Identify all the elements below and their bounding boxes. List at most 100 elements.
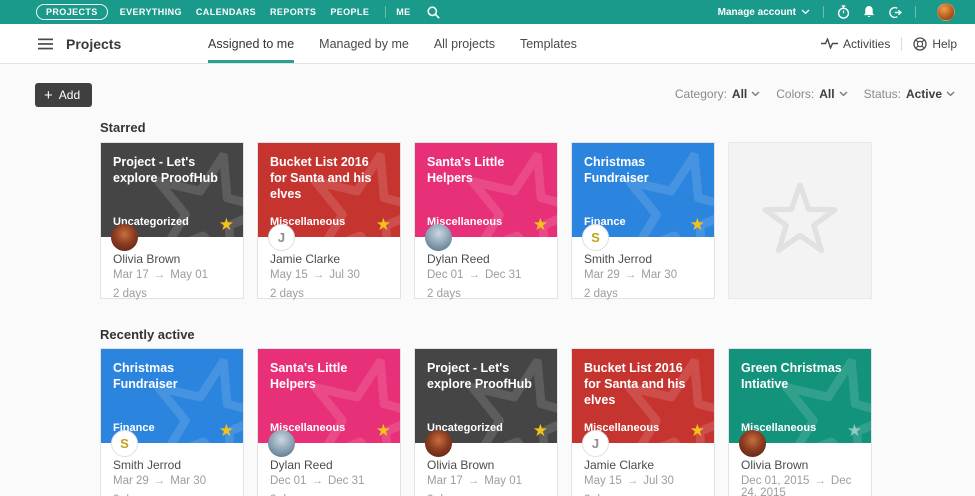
duration: 2 days	[584, 288, 618, 300]
card-title: Santa's Little Helpers	[270, 361, 348, 391]
tab-templates[interactable]: Templates	[520, 24, 577, 63]
owner-avatar	[739, 430, 766, 457]
card-row: Project - Let's explore ProofHub Uncateg…	[100, 142, 975, 300]
card-color-header: Christmas Fundraiser Finance ★	[101, 349, 243, 443]
card-title: Christmas Fundraiser	[584, 155, 649, 185]
card-color-header: Christmas Fundraiser Finance ★	[572, 143, 714, 237]
favorite-star-icon[interactable]: ★	[690, 422, 705, 439]
owner-name: Olivia Brown	[427, 458, 495, 472]
hamburger-menu-icon[interactable]	[38, 38, 53, 50]
date-range: Dec 01, 2015 → Dec 24, 2015	[741, 475, 852, 496]
favorite-star-icon[interactable]: ★	[690, 216, 705, 233]
owner-name: Olivia Brown	[113, 252, 181, 266]
section-starred: Starred Project - Let's explore ProofHub…	[100, 120, 975, 300]
duration: 2 days	[270, 288, 304, 300]
project-card-project-let-s-explore-proofhub[interactable]: Project - Let's explore ProofHub Uncateg…	[100, 142, 244, 300]
manage-account-label: Manage account	[717, 6, 796, 18]
arrow-icon: →	[153, 475, 166, 487]
card-color-header: Santa's Little Helpers Miscellaneous ★	[415, 143, 557, 237]
project-sections: Starred Project - Let's explore ProofHub…	[0, 120, 975, 496]
favorite-star-icon[interactable]: ★	[376, 422, 391, 439]
arrow-icon: →	[814, 475, 826, 487]
manage-account-menu[interactable]: Manage account	[718, 7, 810, 18]
favorite-star-icon[interactable]: ★	[847, 422, 862, 439]
owner-avatar-initial: S	[582, 224, 609, 251]
favorite-star-icon[interactable]: ★	[533, 422, 548, 439]
topbar-nav-calendars[interactable]: CALENDARS	[196, 7, 256, 17]
project-card-santa-s-little-helpers[interactable]: Santa's Little Helpers Miscellaneous ★ D…	[257, 348, 401, 496]
notifications-bell-icon[interactable]	[863, 5, 875, 19]
project-card-project-let-s-explore-proofhub[interactable]: Project - Let's explore ProofHub Uncateg…	[414, 348, 558, 496]
topbar-separator	[915, 6, 916, 18]
owner-avatar-initial: S	[111, 430, 138, 457]
section-recently-active: Recently active Christmas Fundraiser Fin…	[100, 327, 975, 496]
date-range: Mar 17 → May 01	[113, 269, 209, 281]
project-card-santa-s-little-helpers[interactable]: Santa's Little Helpers Miscellaneous ★ D…	[414, 142, 558, 300]
date-range: Mar 17 → May 01	[427, 475, 523, 487]
project-card-christmas-fundraiser[interactable]: Christmas Fundraiser Finance ★ S Smith J…	[100, 348, 244, 496]
project-card-green-christmas-intiative[interactable]: Green Christmas Intiative Miscellaneous …	[728, 348, 872, 496]
filter-label: Status:	[863, 87, 901, 101]
search-icon[interactable]	[426, 5, 440, 19]
duration: 2 days	[113, 288, 147, 300]
user-avatar[interactable]	[937, 3, 955, 21]
topbar-nav-everything[interactable]: EVERYTHING	[120, 7, 182, 17]
activities-button[interactable]: Activities	[820, 36, 891, 51]
card-title: Santa's Little Helpers	[427, 155, 505, 185]
owner-avatar	[425, 430, 452, 457]
topbar-nav-people[interactable]: PEOPLE	[330, 7, 369, 17]
owner-avatar	[425, 224, 452, 251]
help-label: Help	[932, 36, 957, 51]
sign-out-icon[interactable]	[888, 6, 902, 19]
project-card-bucket-list-2016-for-santa-and-his-elves[interactable]: Bucket List 2016 for Santa and his elves…	[257, 142, 401, 300]
date-range: Dec 01 → Dec 31	[270, 475, 365, 487]
content-area: + Add Category: All Colors: All Status: Activ…	[0, 64, 975, 496]
filter-label: Colors:	[776, 87, 815, 101]
topbar-nav-reports[interactable]: REPORTS	[270, 7, 316, 17]
date-range: Dec 01 → Dec 31	[427, 269, 522, 281]
topbar-nav-me[interactable]: ME	[396, 7, 410, 17]
owner-avatar	[111, 224, 138, 251]
plus-icon: +	[44, 86, 53, 104]
card-color-header: Project - Let's explore ProofHub Uncateg…	[415, 349, 557, 443]
filter-colors[interactable]: Colors: All	[776, 87, 848, 101]
card-title: Green Christmas Intiative	[741, 361, 842, 391]
filter-value: All	[819, 87, 835, 101]
owner-name: Dylan Reed	[427, 252, 490, 266]
chevron-down-icon	[751, 91, 760, 97]
arrow-icon: →	[311, 475, 323, 487]
add-project-button[interactable]: + Add	[35, 83, 93, 107]
card-title: Bucket List 2016 for Santa and his elves	[270, 155, 372, 201]
card-title: Christmas Fundraiser	[113, 361, 178, 391]
favorite-star-icon[interactable]: ★	[376, 216, 391, 233]
tab-all-projects[interactable]: All projects	[434, 24, 495, 63]
help-lifebuoy-icon	[913, 36, 927, 51]
owner-name: Jamie Clarke	[270, 252, 341, 266]
filter-status[interactable]: Status: Active	[864, 87, 955, 101]
duration: 2 days	[427, 288, 461, 300]
activities-label: Activities	[842, 36, 891, 51]
filter-value: All	[731, 87, 748, 101]
topbar-separator	[823, 6, 824, 18]
favorite-star-icon[interactable]: ★	[533, 216, 548, 233]
tab-managed-by-me[interactable]: Managed by me	[319, 24, 409, 63]
chevron-down-icon	[839, 91, 848, 97]
favorite-star-icon[interactable]: ★	[219, 216, 234, 233]
filter-category[interactable]: Category: All	[675, 87, 760, 101]
card-title: Project - Let's explore ProofHub	[113, 155, 218, 185]
page-title: Projects	[66, 35, 122, 52]
owner-avatar	[268, 430, 295, 457]
arrow-icon: →	[312, 269, 325, 281]
filter-bar: Category: All Colors: All Status: Active	[659, 87, 955, 101]
project-card-christmas-fundraiser[interactable]: Christmas Fundraiser Finance ★ S Smith J…	[571, 142, 715, 300]
favorite-star-icon[interactable]: ★	[219, 422, 234, 439]
help-button[interactable]: Help	[913, 37, 957, 51]
chevron-down-icon	[946, 91, 955, 97]
project-card-bucket-list-2016-for-santa-and-his-elves[interactable]: Bucket List 2016 for Santa and his elves…	[571, 348, 715, 496]
tab-assigned-to-me[interactable]: Assigned to me	[208, 24, 295, 63]
section-title: Recently active	[100, 327, 195, 342]
topbar-nav-projects[interactable]: PROJECTS	[36, 4, 108, 20]
timer-icon[interactable]	[837, 5, 850, 19]
card-title: Project - Let's explore ProofHub	[427, 361, 532, 391]
arrow-icon: →	[153, 269, 166, 281]
